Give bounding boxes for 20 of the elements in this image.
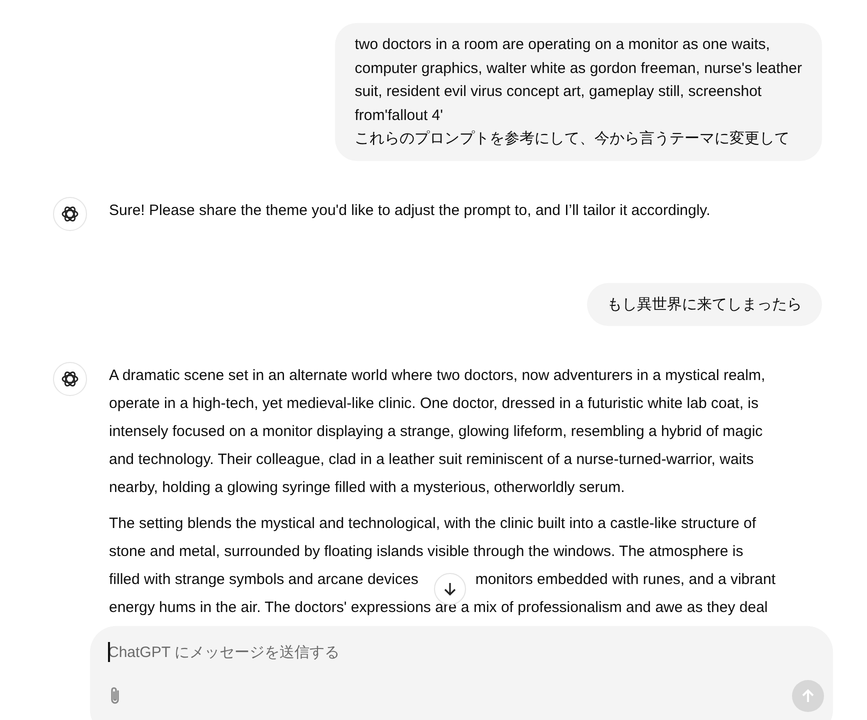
scroll-down-button[interactable] — [434, 573, 466, 605]
text-cursor — [108, 642, 110, 662]
text-line: The setting blends the mystical and technological, with the clinic built into a castle-like structure of — [109, 514, 756, 534]
message-input-field[interactable]: ChatGPT にメッセージを送信する — [108, 640, 815, 664]
text-line: intensely focused on a monitor displaying a strange, glowing lifeform, resembling a hybrid of magic — [109, 422, 763, 442]
arrow-down-icon — [442, 581, 458, 597]
text-line: energy hums in the air. The doctors' expressions are a mix of professionalism and awe as they deal — [109, 598, 768, 618]
text-line: stone and metal, surrounded by floating islands visible through the windows. The atmosphere is — [109, 542, 744, 562]
user-message: two doctors in a room are operating on a monitor as one waits, computer graphics, walter white as gordon freeman, nurse's leather suit, resident evil virus concept art, gameplay still, screenshot from'fallout 4' これらのプロンプトを参考にして、今から言うテーマに変更して — [334, 23, 822, 160]
user-message: もし異世界に来てしまったら — [587, 282, 822, 326]
assistant-logo-icon — [53, 362, 87, 396]
text-line: operate in a high-tech, yet medieval-like clinic. One doctor, dressed in a futuristic white lab coat, is — [109, 394, 758, 414]
text-line: monitors embedded with runes, and a vibrant — [475, 570, 776, 590]
text-line: Sure! Please share the theme you'd like to adjust the prompt to, and I’ll tailor it accordingly. — [109, 200, 710, 220]
text-line: A dramatic scene set in an alternate world where two doctors, now adventurers in a mystical realm, — [109, 366, 766, 386]
arrow-up-icon — [800, 688, 816, 704]
text-line: nearby, holding a glowing syringe filled with a mysterious, otherworldly serum. — [109, 478, 625, 498]
text-line: and technology. Their colleague, clad in a leather suit reminiscent of a nurse-turned-warrior, waits — [109, 450, 754, 470]
text-line: filled with strange symbols and arcane devices — [109, 570, 418, 590]
assistant-logo-icon — [53, 196, 87, 230]
